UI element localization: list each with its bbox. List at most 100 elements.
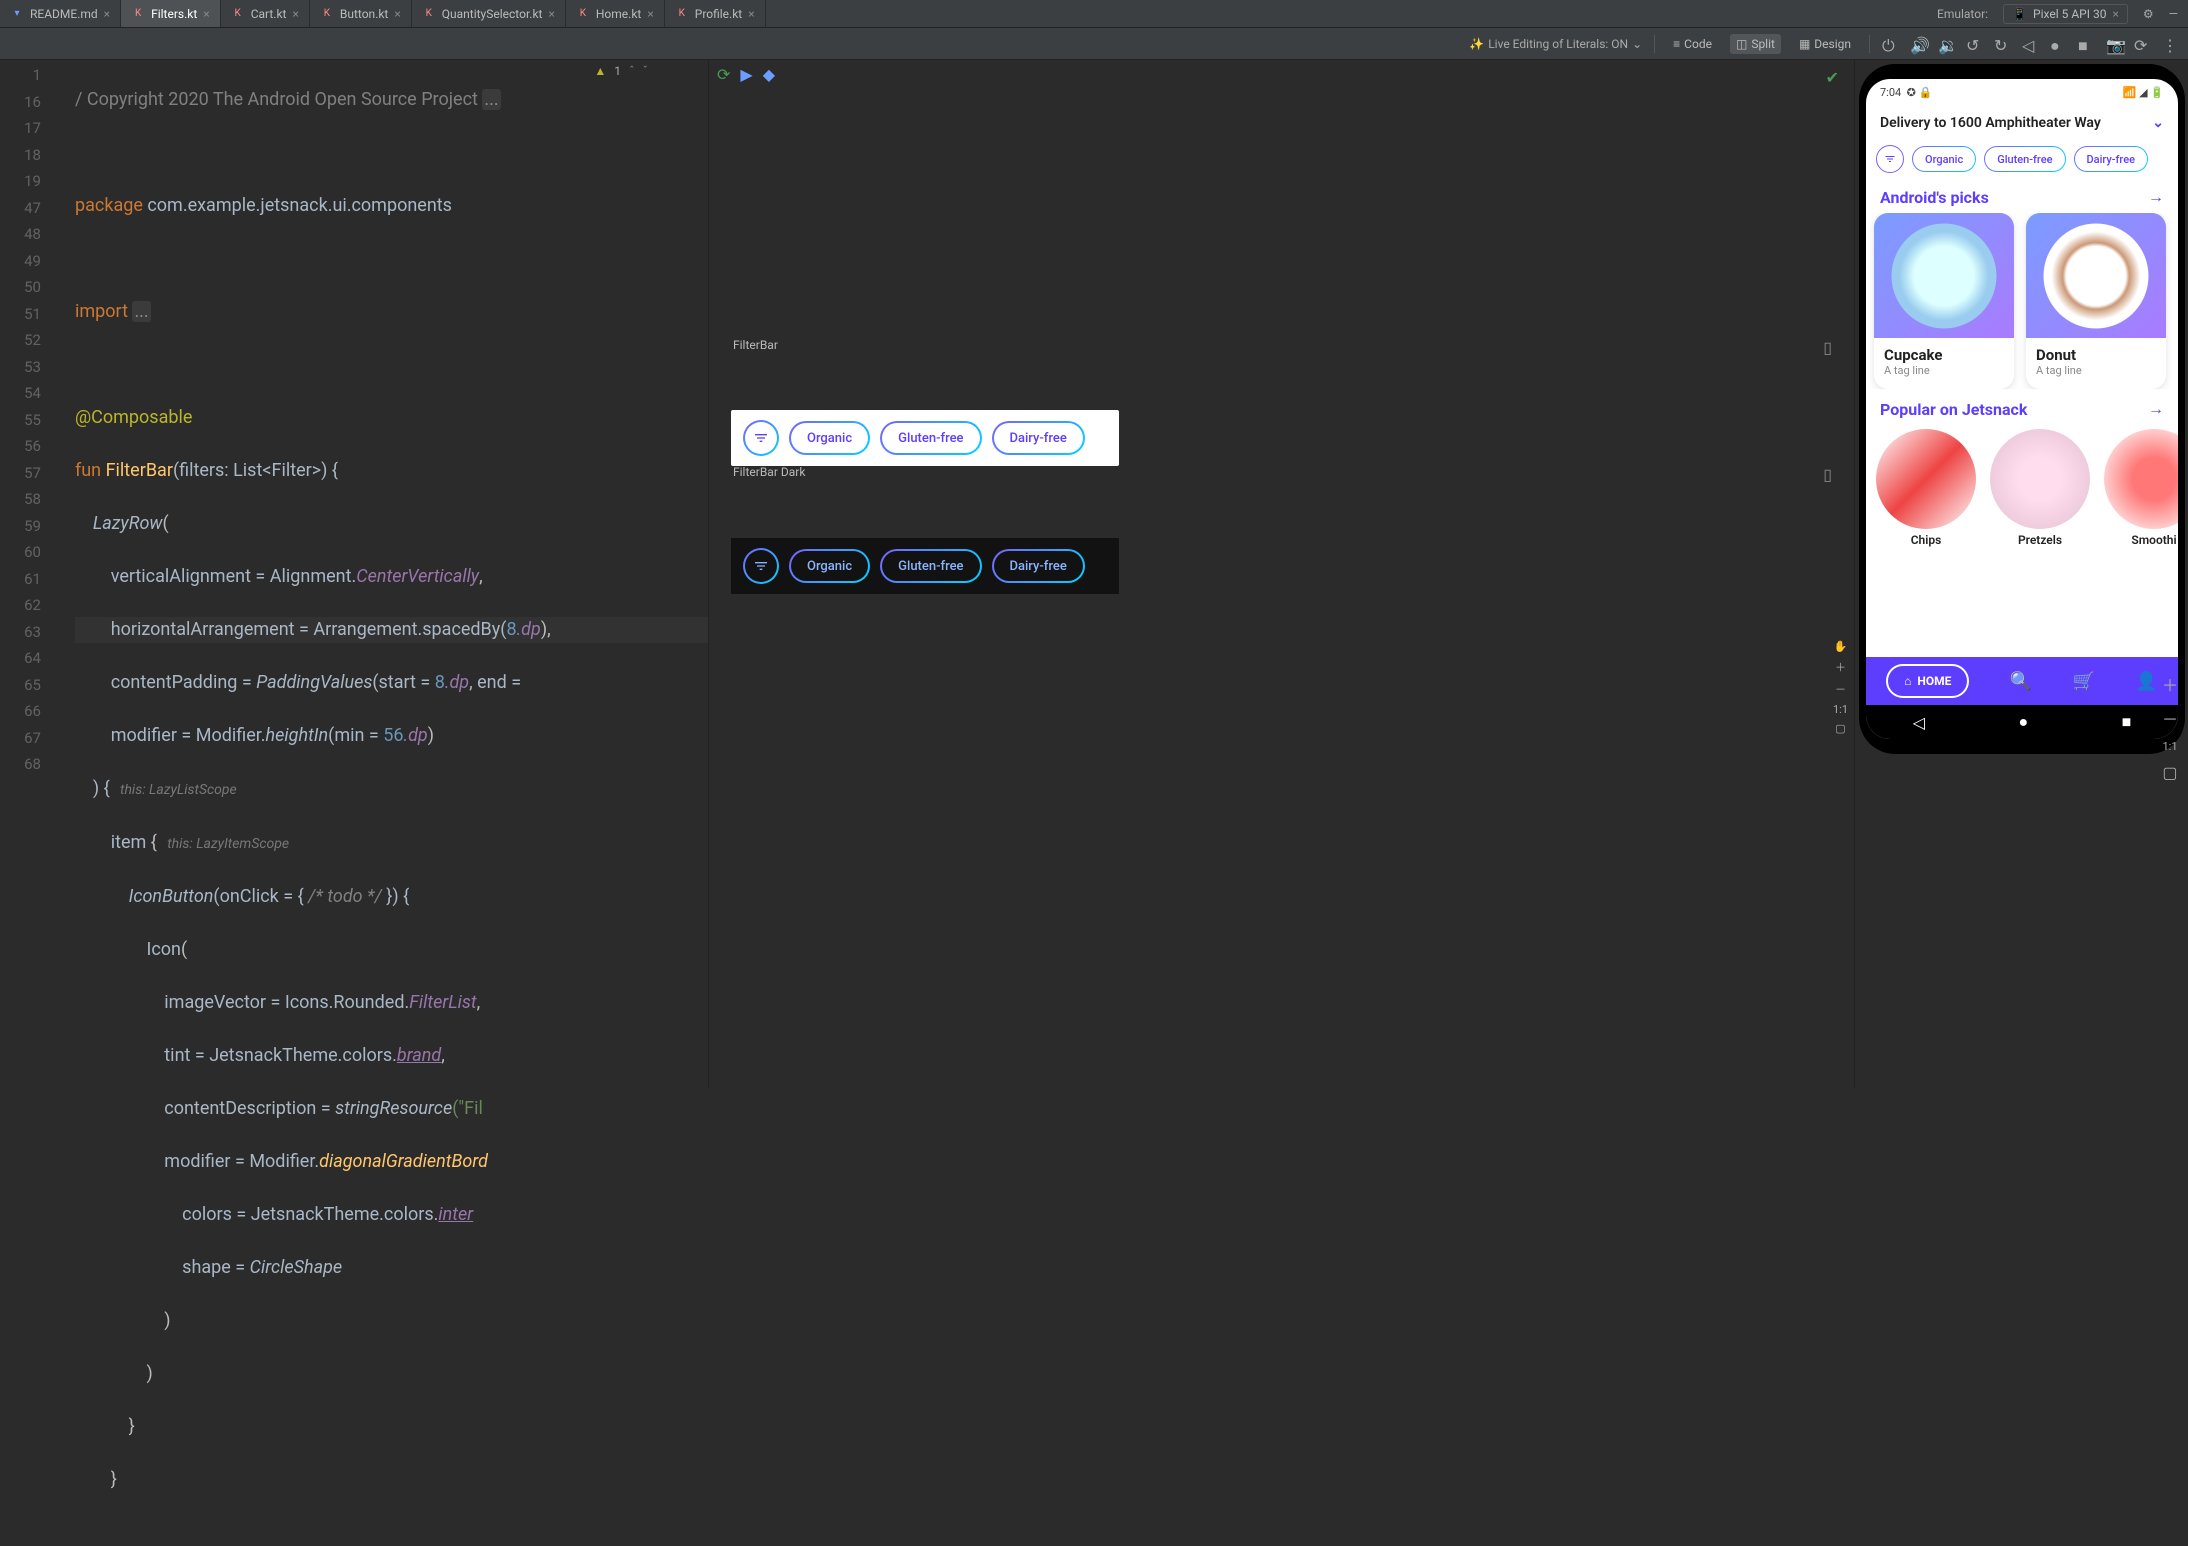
close-icon[interactable]: × bbox=[394, 7, 400, 21]
file-tab[interactable]: K Profile.kt × bbox=[665, 0, 766, 27]
device-frame-icon[interactable]: ▯ bbox=[1823, 465, 1832, 484]
view-code-button[interactable]: ≡Code bbox=[1667, 34, 1718, 54]
gear-icon[interactable]: ⚙ bbox=[2143, 7, 2154, 21]
cart-icon[interactable]: 🛒 bbox=[2073, 671, 2095, 692]
emulator-label: Emulator: bbox=[1937, 7, 1988, 21]
close-icon[interactable]: × bbox=[647, 7, 653, 21]
arrow-right-icon[interactable]: → bbox=[2148, 399, 2164, 419]
filter-chip[interactable]: Organic bbox=[789, 549, 870, 583]
device-selector[interactable]: 📱 Pixel 5 API 30 × bbox=[2003, 4, 2128, 24]
delivery-header[interactable]: Delivery to 1600 Amphitheater Way ⌄ bbox=[1866, 105, 2178, 141]
file-icon: ▾ bbox=[10, 7, 24, 21]
layers-icon[interactable]: ◆ bbox=[763, 65, 775, 84]
close-icon[interactable]: × bbox=[203, 7, 209, 21]
live-edit-toggle[interactable]: ✨ Live Editing of Literals: ON ⌄ bbox=[1469, 37, 1642, 51]
chevron-down-icon: ⌄ bbox=[2152, 115, 2164, 131]
rotate-left-icon[interactable]: ↺ bbox=[1966, 36, 1982, 52]
filter-chip[interactable]: Organic bbox=[789, 421, 870, 455]
file-tab[interactable]: ▾ README.md × bbox=[0, 0, 121, 27]
tab-label: Button.kt bbox=[340, 7, 388, 21]
snack-card[interactable]: CupcakeA tag line bbox=[1874, 213, 2014, 389]
refresh-icon[interactable]: ⟳ bbox=[2134, 36, 2150, 52]
snack-item[interactable]: Smoothi bbox=[2104, 429, 2178, 547]
close-icon[interactable]: × bbox=[104, 7, 110, 21]
tab-label: Profile.kt bbox=[695, 7, 742, 21]
file-icon: K bbox=[131, 7, 145, 21]
app-screen[interactable]: 7:04 ✪ 🔒 📶 ◢ 🔋 Delivery to 1600 Amphithe… bbox=[1866, 79, 2178, 739]
file-tab[interactable]: KButton.kt× bbox=[310, 0, 412, 27]
filter-chip[interactable]: Dairy-free bbox=[992, 421, 1085, 455]
deploy-icon[interactable]: ▶ bbox=[740, 65, 752, 84]
view-design-button[interactable]: ▦Design bbox=[1793, 34, 1857, 54]
filter-list-icon[interactable] bbox=[743, 548, 779, 584]
zoom-ratio[interactable]: 1:1 bbox=[2162, 740, 2177, 753]
view-split-button[interactable]: ◫Split bbox=[1730, 34, 1781, 54]
back-icon[interactable]: ◁ bbox=[1913, 713, 1925, 732]
search-icon[interactable]: 🔍 bbox=[2010, 671, 2032, 692]
close-icon[interactable]: × bbox=[2112, 7, 2118, 21]
line-gutter: 1161718194748495051525354555657585960616… bbox=[0, 60, 55, 778]
file-tab[interactable]: KCart.kt× bbox=[221, 0, 310, 27]
zoom-ratio[interactable]: 1:1 bbox=[1833, 703, 1848, 716]
close-icon[interactable]: × bbox=[548, 7, 554, 21]
filter-chip[interactable]: Dairy-free bbox=[2074, 146, 2148, 172]
home-icon[interactable]: ● bbox=[2050, 36, 2066, 52]
snack-item[interactable]: Chips bbox=[1876, 429, 1976, 547]
code-editor[interactable]: ▲1 ˆˇ 1161718194748495051525354555657585… bbox=[0, 60, 708, 1088]
filter-chip[interactable]: Gluten-free bbox=[1984, 146, 2065, 172]
file-tab[interactable]: KHome.kt× bbox=[566, 0, 665, 27]
phone-icon: 📱 bbox=[2012, 7, 2027, 21]
close-icon[interactable]: × bbox=[292, 7, 298, 21]
system-nav: ◁ ● ■ bbox=[1866, 705, 2178, 739]
rotate-right-icon[interactable]: ↻ bbox=[1994, 36, 2010, 52]
fit-icon[interactable]: ▢ bbox=[1835, 722, 1845, 735]
tab-label: Home.kt bbox=[596, 7, 641, 21]
close-icon[interactable]: × bbox=[748, 7, 754, 21]
file-icon: K bbox=[675, 7, 689, 21]
overview-icon[interactable]: ■ bbox=[2078, 36, 2094, 52]
volume-down-icon[interactable]: 🔉 bbox=[1938, 36, 1954, 52]
zoom-in-icon[interactable]: ＋ bbox=[1835, 659, 1846, 675]
fit-icon[interactable]: ▢ bbox=[2162, 763, 2177, 782]
filter-chip[interactable]: Organic bbox=[1912, 146, 1976, 172]
filter-chip[interactable]: Dairy-free bbox=[992, 549, 1085, 583]
zoom-out-icon[interactable]: － bbox=[1835, 681, 1846, 697]
section-header: Android's picks → bbox=[1866, 177, 2178, 213]
bottom-nav: ⌂ HOME 🔍 🛒 👤 bbox=[1866, 657, 2178, 705]
compose-preview-pane: ⟳ ▶ ◆ ✔ FilterBar ▯ Organic Gluten-free … bbox=[708, 60, 1854, 1088]
live-edit-label: Live Editing of Literals: ON bbox=[1488, 37, 1628, 51]
camera-icon[interactable]: 📷 bbox=[2106, 36, 2122, 52]
filter-list-icon[interactable] bbox=[743, 420, 779, 456]
filter-chip[interactable]: Gluten-free bbox=[880, 549, 981, 583]
check-icon: ✔ bbox=[1826, 68, 1839, 87]
overview-icon[interactable]: ■ bbox=[2122, 712, 2132, 732]
preview-dark-label: FilterBar Dark bbox=[733, 465, 805, 479]
snack-card[interactable]: DonutA tag line bbox=[2026, 213, 2166, 389]
emulator-pane: 7:04 ✪ 🔒 📶 ◢ 🔋 Delivery to 1600 Amphithe… bbox=[1854, 60, 2188, 1088]
profile-icon[interactable]: 👤 bbox=[2135, 671, 2157, 692]
back-icon[interactable]: ◁ bbox=[2022, 36, 2038, 52]
file-tab[interactable]: KQuantitySelector.kt× bbox=[412, 0, 566, 27]
snack-item[interactable]: Pretzels bbox=[1990, 429, 2090, 547]
filter-chip[interactable]: Gluten-free bbox=[880, 421, 981, 455]
device-name: Pixel 5 API 30 bbox=[2033, 7, 2106, 21]
refresh-preview-icon[interactable]: ⟳ bbox=[717, 65, 730, 84]
zoom-out-icon[interactable]: － bbox=[2162, 706, 2178, 730]
home-icon[interactable]: ● bbox=[2018, 712, 2028, 732]
more-icon[interactable]: ⋮ bbox=[2162, 36, 2178, 52]
volume-up-icon[interactable]: 🔊 bbox=[1910, 36, 1926, 52]
arrow-right-icon[interactable]: → bbox=[2148, 187, 2164, 207]
file-icon: K bbox=[231, 7, 245, 21]
power-icon[interactable]: ⏻ bbox=[1882, 36, 1898, 52]
code-content[interactable]: / Copyright 2020 The Android Open Source… bbox=[75, 60, 708, 1546]
pan-icon[interactable]: ✋ bbox=[1834, 640, 1848, 653]
zoom-in-icon[interactable]: ＋ bbox=[2162, 672, 2178, 696]
file-tab[interactable]: KFilters.kt× bbox=[121, 0, 221, 27]
nav-home-button[interactable]: ⌂ HOME bbox=[1886, 664, 1969, 698]
home-icon: ⌂ bbox=[1904, 674, 1911, 688]
section-header: Popular on Jetsnack → bbox=[1866, 389, 2178, 425]
filter-list-icon[interactable] bbox=[1876, 145, 1904, 173]
minimize-icon[interactable]: — bbox=[2169, 7, 2178, 21]
device-frame-icon[interactable]: ▯ bbox=[1823, 338, 1832, 357]
tab-label: README.md bbox=[30, 7, 98, 21]
